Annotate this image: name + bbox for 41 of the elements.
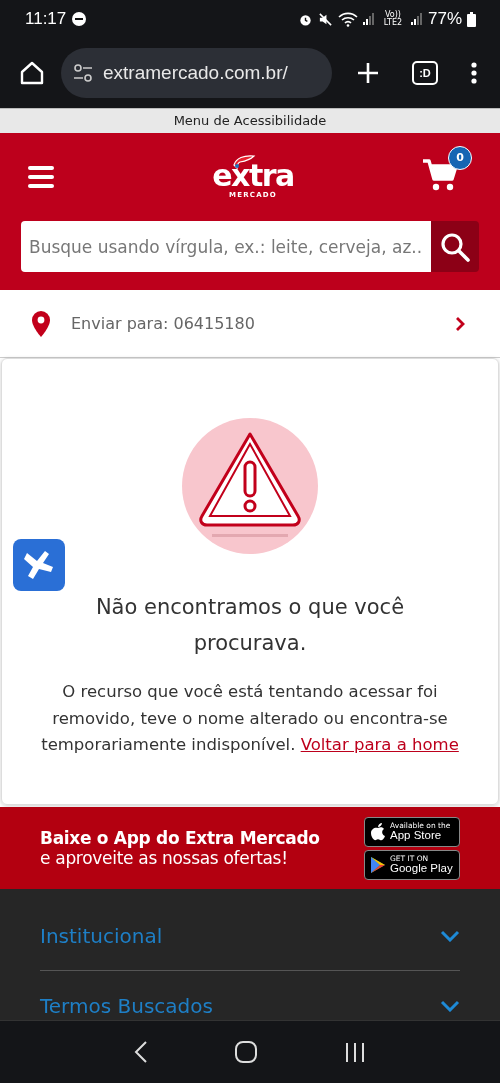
logo-wordmark[interactable]: extra bbox=[212, 161, 294, 191]
search-icon bbox=[439, 230, 471, 263]
mute-icon bbox=[317, 11, 333, 27]
signal-icon bbox=[410, 13, 423, 25]
cart-icon[interactable] bbox=[422, 158, 458, 192]
new-tab-icon[interactable] bbox=[356, 61, 380, 85]
status-time: 11:17 bbox=[25, 9, 67, 29]
more-options-icon[interactable] bbox=[470, 61, 478, 85]
play-icon bbox=[370, 855, 386, 874]
home-button-icon[interactable] bbox=[235, 1041, 257, 1063]
warning-icon bbox=[182, 418, 318, 554]
accessibility-menu-link[interactable]: Menu de Acessibilidade bbox=[0, 108, 500, 133]
chevron-right-icon bbox=[454, 315, 466, 332]
search-button[interactable] bbox=[431, 221, 479, 272]
footer-section-toggle[interactable]: Institucional bbox=[40, 901, 460, 971]
battery-icon bbox=[467, 11, 476, 27]
chevron-icon bbox=[440, 999, 460, 1012]
cart-count-badge: 0 bbox=[448, 146, 472, 170]
signal-icon bbox=[362, 13, 375, 25]
error-title: Não encontramos o que você procurava. bbox=[94, 594, 406, 657]
apple-icon bbox=[370, 822, 386, 841]
delivery-label: Enviar para: 06415180 bbox=[71, 314, 256, 333]
search-field[interactable]: Busque usando vírgula, ex.: leite, cerveja, az... bbox=[21, 221, 431, 272]
menu-icon[interactable] bbox=[28, 166, 54, 188]
tabs-button[interactable]: :D bbox=[412, 61, 438, 85]
back-icon[interactable] bbox=[133, 1041, 148, 1063]
banner-subline: e aproveite as nossas ofertas! bbox=[40, 848, 289, 868]
address-bar[interactable]: extramercado.com.br/ bbox=[61, 48, 332, 98]
banner-headline: Baixe o App do Extra Mercado bbox=[40, 828, 320, 848]
chevron-icon bbox=[440, 929, 460, 942]
network-label: Vo)) LTE2 bbox=[382, 11, 404, 27]
do-not-disturb-icon bbox=[71, 11, 88, 27]
location-pin-icon bbox=[31, 310, 51, 337]
battery-percent: 77% bbox=[427, 9, 462, 29]
delivery-address-row[interactable]: Enviar para: 06415180 bbox=[0, 290, 500, 358]
error-message: O recurso que você está tentando acessar foi removido, teve o nome alterado ou encontra-se temporariamente indisponível. Voltar para a home bbox=[40, 681, 460, 757]
wifi-icon bbox=[337, 11, 358, 27]
site-settings-icon[interactable] bbox=[73, 64, 93, 82]
recent-apps-icon[interactable] bbox=[344, 1041, 367, 1063]
home-link[interactable]: Voltar para a home bbox=[300, 735, 459, 755]
home-icon[interactable] bbox=[19, 60, 45, 86]
